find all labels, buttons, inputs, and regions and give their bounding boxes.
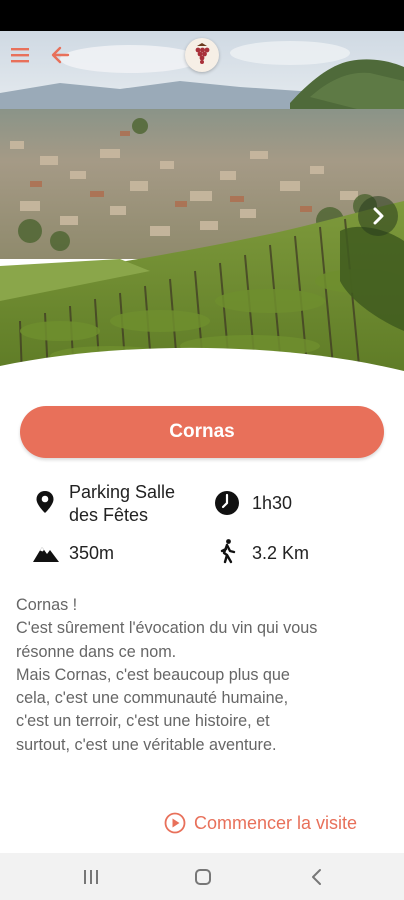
description-line: C'est sûrement l'évocation du vin qui vo…: [16, 619, 318, 638]
elevation-text: 350m: [69, 543, 115, 563]
hamburger-menu-icon: [11, 48, 29, 63]
system-back-button[interactable]: [302, 865, 332, 889]
chevron-right-icon: [373, 207, 384, 225]
vineyard-landscape-image: [0, 31, 404, 383]
description-line: cela, c'est une communauté humaine,: [16, 689, 289, 708]
description-line: Mais Cornas, c'est beaucoup plus que: [16, 665, 290, 684]
trail-title-button[interactable]: Cornas: [20, 406, 384, 458]
description-line: résonne dans ce nom.: [16, 642, 177, 661]
hero-photo: [0, 31, 404, 383]
start-point-text: Parking Salle des Fêtes: [69, 481, 175, 527]
mountain-elevation-icon: [33, 547, 59, 562]
app-logo: [185, 38, 219, 72]
description-line: c'est un terroir, c'est une histoire, et: [16, 712, 270, 731]
play-circle-icon: [164, 812, 186, 834]
distance-text: 3.2 Km: [252, 543, 310, 563]
system-navigation-bar: [0, 853, 404, 900]
start-point-line-1: Parking Salle: [69, 482, 176, 502]
grape-logo-icon: [195, 43, 210, 64]
duration-text: 1h30: [252, 493, 293, 513]
status-bar: [0, 0, 404, 31]
home-icon: [195, 869, 211, 885]
back-button[interactable]: [48, 43, 74, 67]
recent-apps-icon: [84, 870, 98, 884]
next-photo-button[interactable]: [358, 196, 398, 236]
chevron-left-icon: [312, 869, 321, 885]
trail-description: Cornas ! C'est sûrement l'évocation du v…: [16, 594, 396, 757]
home-button[interactable]: [188, 865, 218, 889]
menu-button[interactable]: [8, 43, 34, 67]
start-point-line-2: des Fêtes: [69, 505, 149, 525]
location-pin-icon: [36, 491, 54, 513]
arrow-left-icon: [51, 46, 70, 64]
start-visit-label: Commencer la visite: [194, 812, 358, 833]
description-line: Cornas !: [16, 596, 78, 614]
trail-title: Cornas: [169, 421, 235, 442]
description-line: surtout, c'est une véritable aventure.: [16, 735, 277, 754]
recent-apps-button[interactable]: [76, 865, 106, 889]
walking-person-icon: [220, 539, 236, 564]
clock-icon: [215, 491, 239, 515]
start-visit-button[interactable]: Commencer la visite: [164, 810, 357, 836]
